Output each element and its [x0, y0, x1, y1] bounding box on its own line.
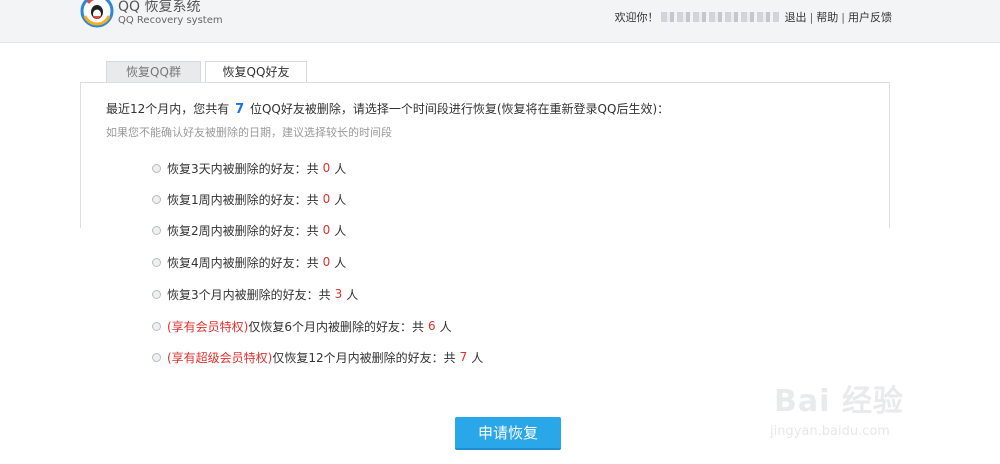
radio-button[interactable]	[152, 225, 161, 235]
blurred-username	[660, 12, 779, 22]
divider: |	[841, 10, 845, 24]
option-unit: 人	[334, 161, 347, 176]
option-12-months[interactable]: (享有超级会员特权) 仅恢复12个月内被删除的好友：共 7 人	[152, 349, 483, 365]
radio-button[interactable]	[152, 194, 161, 204]
watermark-url: jingyan.baidu.com	[770, 424, 890, 439]
option-count: 6	[428, 319, 436, 333]
option-count: 7	[459, 350, 468, 364]
option-2-weeks[interactable]: 恢复2周内被删除的好友：共 0 人	[152, 222, 346, 238]
option-count: 0	[322, 255, 331, 269]
radio-button[interactable]	[152, 163, 161, 173]
hint-text: 如果您不能确认好友被删除的日期，建议选择较长的时间段	[106, 126, 392, 139]
option-label: 恢复4周内被删除的好友：共	[167, 255, 319, 270]
app-subtitle: QQ Recovery system	[118, 15, 223, 26]
option-label: 仅恢复12个月内被删除的好友：共	[272, 350, 456, 365]
option-count: 0	[322, 161, 331, 175]
tab-recover-group[interactable]: 恢复QQ群	[106, 61, 201, 83]
baidu-watermark: Bai 经验 jingyan.baidu.com	[764, 376, 964, 446]
option-count: 3	[334, 287, 343, 301]
option-label: 恢复2周内被删除的好友：共	[167, 223, 319, 238]
top-links: 欢迎你！ 退出 | 帮助 | 用户反馈	[615, 9, 892, 25]
app-title: QQ 恢复系统	[118, 0, 201, 15]
option-1-week[interactable]: 恢复1周内被删除的好友：共 0 人	[152, 191, 346, 207]
option-count: 0	[322, 192, 331, 206]
option-unit: 人	[334, 255, 347, 270]
option-unit: 人	[334, 192, 347, 207]
intro-prefix: 最近12个月内，您共有	[106, 102, 230, 116]
option-6-months[interactable]: (享有会员特权) 仅恢复6个月内被删除的好友：共 6 人	[152, 318, 452, 334]
option-unit: 人	[334, 223, 347, 238]
logout-link[interactable]: 退出	[785, 9, 807, 25]
radio-button[interactable]	[152, 352, 161, 362]
divider: |	[809, 10, 814, 24]
option-3-months[interactable]: 恢复3个月内被删除的好友：共 3 人	[152, 286, 358, 302]
header-bar: QQ 恢复系统 QQ Recovery system 欢迎你！ 退出 | 帮助 …	[0, 0, 1000, 43]
apply-recover-button[interactable]: 申请恢复	[455, 417, 561, 450]
radio-button[interactable]	[152, 321, 161, 331]
help-link[interactable]: 帮助	[816, 9, 838, 25]
watermark-text: Bai 经验	[774, 384, 904, 419]
option-4-weeks[interactable]: 恢复4周内被删除的好友：共 0 人	[152, 254, 346, 270]
radio-button[interactable]	[152, 257, 161, 267]
option-unit: 人	[439, 319, 452, 334]
option-3-days[interactable]: 恢复3天内被删除的好友：共 0 人	[152, 160, 346, 176]
feedback-link[interactable]: 用户反馈	[848, 9, 892, 25]
option-count: 0	[322, 223, 331, 237]
qq-logo-icon	[80, 0, 114, 28]
deleted-count: 7	[235, 102, 245, 117]
option-label: 恢复1周内被删除的好友：共	[167, 192, 319, 207]
option-unit: 人	[346, 287, 359, 302]
option-label: 恢复3天内被删除的好友：共	[167, 161, 319, 176]
option-label: 恢复3个月内被删除的好友：共	[167, 287, 331, 302]
welcome-text: 欢迎你！	[614, 11, 659, 24]
intro-text: 最近12个月内，您共有 7 位QQ好友被删除，请选择一个时间段进行恢复(恢复将在…	[106, 100, 669, 117]
option-label: 仅恢复6个月内被删除的好友：共	[248, 319, 425, 334]
member-privilege-tag: (享有会员特权)	[167, 319, 249, 334]
option-unit: 人	[471, 350, 484, 365]
super-member-privilege-tag: (享有超级会员特权)	[167, 350, 273, 365]
intro-suffix: 位QQ好友被删除，请选择一个时间段进行恢复(恢复将在重新登录QQ后生效)：	[249, 102, 670, 116]
tab-recover-friends[interactable]: 恢复QQ好友	[205, 61, 307, 84]
radio-button[interactable]	[152, 289, 161, 299]
